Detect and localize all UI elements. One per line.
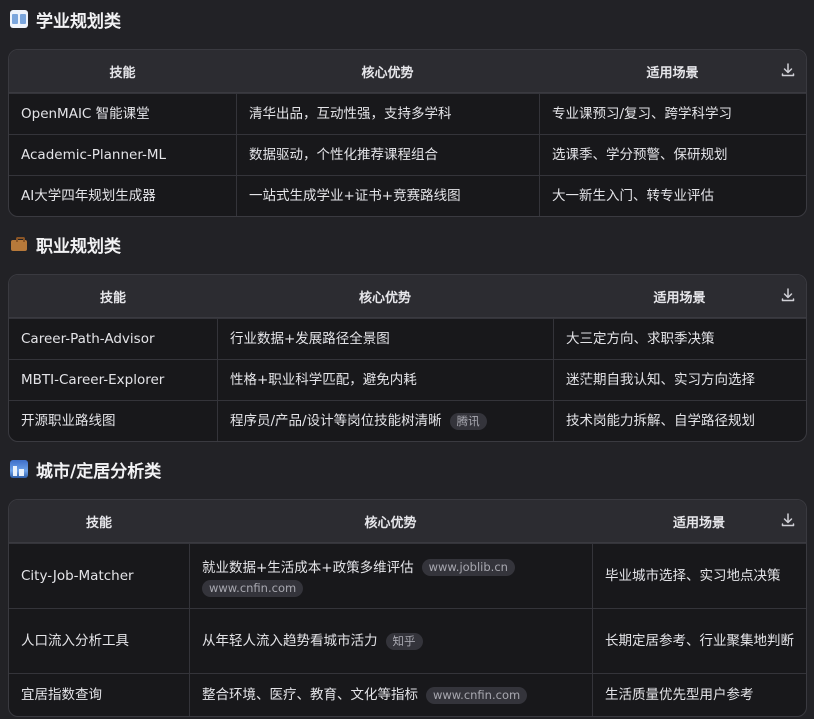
citation-chip[interactable]: www.cnfin.com: [426, 686, 528, 704]
cell-advantage: 一站式生成学业+证书+竞赛路线图: [236, 176, 539, 216]
section-title-career: 职业规划类: [10, 231, 121, 257]
column-header-advantage: 核心优势: [358, 290, 411, 306]
section-title-text: 职业规划类: [36, 236, 121, 257]
cell-advantage: 清华出品，互动性强，支持多学科: [236, 94, 539, 134]
cell-skill: 人口流入分析工具: [21, 633, 129, 649]
cell-advantage: 就业数据+生活成本+政策多维评估 www.joblib.cn www.cnfin…: [189, 544, 592, 608]
table-header: 技能 核心优势 适用场景: [9, 50, 806, 93]
column-header-scene: 适用场景: [646, 65, 699, 81]
column-header-advantage: 核心优势: [361, 65, 414, 81]
cell-advantage: 性格+职业科学匹配，避免内耗: [217, 360, 553, 400]
cell-advantage: 从年轻人流入趋势看城市活力 知乎: [189, 609, 592, 673]
advantage-text: 程序员/产品/设计等岗位技能树清晰: [230, 413, 442, 429]
cell-scene: 迷茫期自我认知、实习方向选择: [553, 360, 806, 400]
section-title-text: 学业规划类: [36, 11, 121, 32]
advantage-text: 整合环境、医疗、教育、文化等指标: [202, 687, 418, 703]
table-row: OpenMAIC 智能课堂 清华出品，互动性强，支持多学科 专业课预习/复习、跨…: [9, 93, 806, 134]
cell-skill: 宜居指数查询: [21, 687, 102, 703]
section-title-text: 城市/定居分析类: [36, 461, 162, 482]
cell-scene: 大一新生入门、转专业评估: [539, 176, 806, 216]
cell-advantage: 行业数据+发展路径全景图: [217, 319, 553, 359]
section-title-academic: 学业规划类: [10, 6, 121, 32]
cell-scene: 长期定居参考、行业聚集地判断: [592, 609, 806, 673]
academic-table: 技能 核心优势 适用场景 OpenMAIC 智能课堂 清华出品，互动性强，支持多…: [8, 49, 807, 217]
cell-skill: City-Job-Matcher: [21, 568, 134, 584]
download-icon[interactable]: [780, 62, 796, 78]
table-row: AI大学四年规划生成器 一站式生成学业+证书+竞赛路线图 大一新生入门、转专业评…: [9, 175, 806, 216]
column-header-scene: 适用场景: [672, 515, 725, 531]
cell-advantage: 整合环境、医疗、教育、文化等指标 www.cnfin.com: [189, 674, 592, 716]
table-row: Academic-Planner-ML 数据驱动，个性化推荐课程组合 选课季、学…: [9, 134, 806, 175]
table-row: MBTI-Career-Explorer 性格+职业科学匹配，避免内耗 迷茫期自…: [9, 359, 806, 400]
column-header-scene: 适用场景: [653, 290, 706, 306]
cell-skill: OpenMAIC 智能课堂: [21, 106, 150, 122]
cell-scene: 选课季、学分预警、保研规划: [539, 135, 806, 175]
table-row: City-Job-Matcher 就业数据+生活成本+政策多维评估 www.jo…: [9, 543, 806, 608]
table-row: Career-Path-Advisor 行业数据+发展路径全景图 大三定方向、求…: [9, 318, 806, 359]
download-icon[interactable]: [780, 287, 796, 303]
download-icon[interactable]: [780, 512, 796, 528]
career-table: 技能 核心优势 适用场景 Career-Path-Advisor 行业数据+发展…: [8, 274, 807, 442]
cell-advantage: 程序员/产品/设计等岗位技能树清晰 腾讯: [217, 401, 553, 441]
section-title-city: 城市/定居分析类: [10, 456, 161, 482]
cityscape-icon: [10, 460, 28, 478]
citation-chip[interactable]: www.cnfin.com: [202, 579, 304, 597]
advantage-text: 就业数据+生活成本+政策多维评估: [202, 559, 414, 576]
cell-scene: 生活质量优先型用户参考: [592, 674, 806, 716]
cell-skill: 开源职业路线图: [21, 413, 116, 429]
table-row: 开源职业路线图 程序员/产品/设计等岗位技能树清晰 腾讯 技术岗能力拆解、自学路…: [9, 400, 806, 441]
table-header: 技能 核心优势 适用场景: [9, 500, 806, 543]
column-header-advantage: 核心优势: [364, 515, 417, 531]
citation-chip[interactable]: www.joblib.cn: [421, 559, 515, 576]
cell-skill: MBTI-Career-Explorer: [21, 372, 165, 388]
cell-skill: AI大学四年规划生成器: [21, 188, 156, 204]
cell-skill: Academic-Planner-ML: [21, 147, 167, 163]
column-header-skill: 技能: [85, 515, 112, 531]
table-row: 人口流入分析工具 从年轻人流入趋势看城市活力 知乎 长期定居参考、行业聚集地判断: [9, 608, 806, 673]
city-table: 技能 核心优势 适用场景 City-Job-Matcher 就业数据+生活成本+…: [8, 499, 807, 717]
table-header: 技能 核心优势 适用场景: [9, 275, 806, 318]
column-header-skill: 技能: [109, 65, 136, 81]
advantage-text: 从年轻人流入趋势看城市活力: [202, 633, 378, 649]
column-header-skill: 技能: [99, 290, 126, 306]
cell-advantage: 数据驱动，个性化推荐课程组合: [236, 135, 539, 175]
cell-scene: 大三定方向、求职季决策: [553, 319, 806, 359]
cell-skill: Career-Path-Advisor: [21, 331, 155, 347]
citation-chip[interactable]: 腾讯: [449, 412, 487, 430]
briefcase-icon: [10, 235, 28, 253]
table-row: 宜居指数查询 整合环境、医疗、教育、文化等指标 www.cnfin.com 生活…: [9, 673, 806, 716]
open-book-icon: [10, 10, 28, 28]
cell-scene: 专业课预习/复习、跨学科学习: [539, 94, 806, 134]
cell-scene: 技术岗能力拆解、自学路径规划: [553, 401, 806, 441]
citation-chip[interactable]: 知乎: [385, 632, 423, 650]
cell-scene: 毕业城市选择、实习地点决策: [592, 544, 806, 608]
